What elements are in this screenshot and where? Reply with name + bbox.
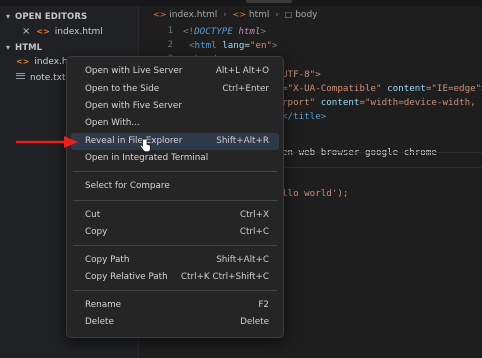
cube-icon: □: [284, 10, 293, 19]
open-editor-item[interactable]: × <> index.html: [22, 26, 103, 37]
html-file-icon: <>: [16, 57, 30, 66]
menu-item-copy-relative-path[interactable]: Copy Relative Path Ctrl+K Ctrl+Shift+C: [71, 269, 279, 286]
open-editors-label: OPEN EDITORS: [15, 12, 88, 22]
menu-item-open-to-side[interactable]: Open to the Side Ctrl+Enter: [71, 81, 279, 98]
menu-item-open-live-server[interactable]: Open with Live Server Alt+L Alt+O: [71, 63, 279, 80]
breadcrumb-body[interactable]: body: [295, 10, 317, 20]
annotation-arrow-icon: [16, 136, 78, 148]
file-item-note[interactable]: note.txt: [16, 71, 66, 83]
code-line-6: rport" content="width=device-width, in: [282, 97, 482, 108]
chevron-down-icon: ▾: [6, 12, 11, 21]
file-name: note.txt: [30, 73, 66, 83]
menu-divider: [73, 245, 277, 246]
hand-cursor-icon: [139, 138, 151, 153]
menu-item-cut[interactable]: Cut Ctrl+X: [71, 207, 279, 224]
code-line-9: llo world');: [282, 188, 349, 199]
code-line-4: UTF-8">: [282, 69, 321, 80]
chevron-right-icon: ›: [223, 10, 227, 20]
code-line-1: <!DOCTYPE html>: [183, 26, 267, 37]
folder-label: HTML: [15, 43, 43, 53]
chevron-down-icon: ▾: [6, 43, 11, 52]
menu-item-open-five-server[interactable]: Open with Five Server: [71, 98, 279, 115]
menu-item-delete[interactable]: Delete Delete: [71, 314, 279, 331]
element-icon: <>: [232, 10, 247, 19]
menu-item-open-terminal[interactable]: Open in Integrated Terminal: [71, 150, 279, 167]
open-editors-section-header[interactable]: ▾ OPEN EDITORS: [6, 12, 87, 22]
html-file-icon: <>: [153, 10, 167, 19]
text-file-icon: [16, 71, 25, 80]
menu-item-rename[interactable]: Rename F2: [71, 297, 279, 314]
close-icon[interactable]: ×: [22, 26, 30, 37]
code-line-2: <html lang="en">: [189, 40, 278, 51]
menu-item-copy[interactable]: Copy Ctrl+C: [71, 224, 279, 241]
breadcrumb-file[interactable]: index.html: [169, 10, 217, 20]
line-number: 1: [167, 26, 173, 36]
breadcrumb: <> index.html › <> html › □ body: [153, 10, 317, 20]
html-file-icon: <>: [36, 27, 50, 36]
menu-item-open-with[interactable]: Open With...: [71, 115, 279, 132]
line-number: 2: [167, 40, 173, 50]
menu-item-reveal-file-explorer[interactable]: Reveal in File Explorer Shift+Alt+R: [71, 133, 279, 150]
explorer-context-menu: Open with Live Server Alt+L Alt+O Open to…: [66, 56, 284, 338]
code-line-7: </title>: [282, 111, 327, 122]
breadcrumb-html[interactable]: html: [249, 10, 270, 20]
menu-divider: [73, 171, 277, 172]
menu-item-copy-path[interactable]: Copy Path Shift+Alt+C: [71, 252, 279, 269]
chevron-right-icon: ›: [275, 10, 279, 20]
menu-item-select-compare[interactable]: Select for Compare: [71, 178, 279, 195]
html-folder-header[interactable]: ▾ HTML: [6, 43, 42, 53]
menu-divider: [73, 200, 277, 201]
tab-indicator: [246, 0, 292, 3]
open-editor-filename: index.html: [54, 27, 103, 37]
menu-divider: [73, 290, 277, 291]
code-line-5: ="X-UA-Compatible" content="IE=edge">: [282, 83, 482, 94]
